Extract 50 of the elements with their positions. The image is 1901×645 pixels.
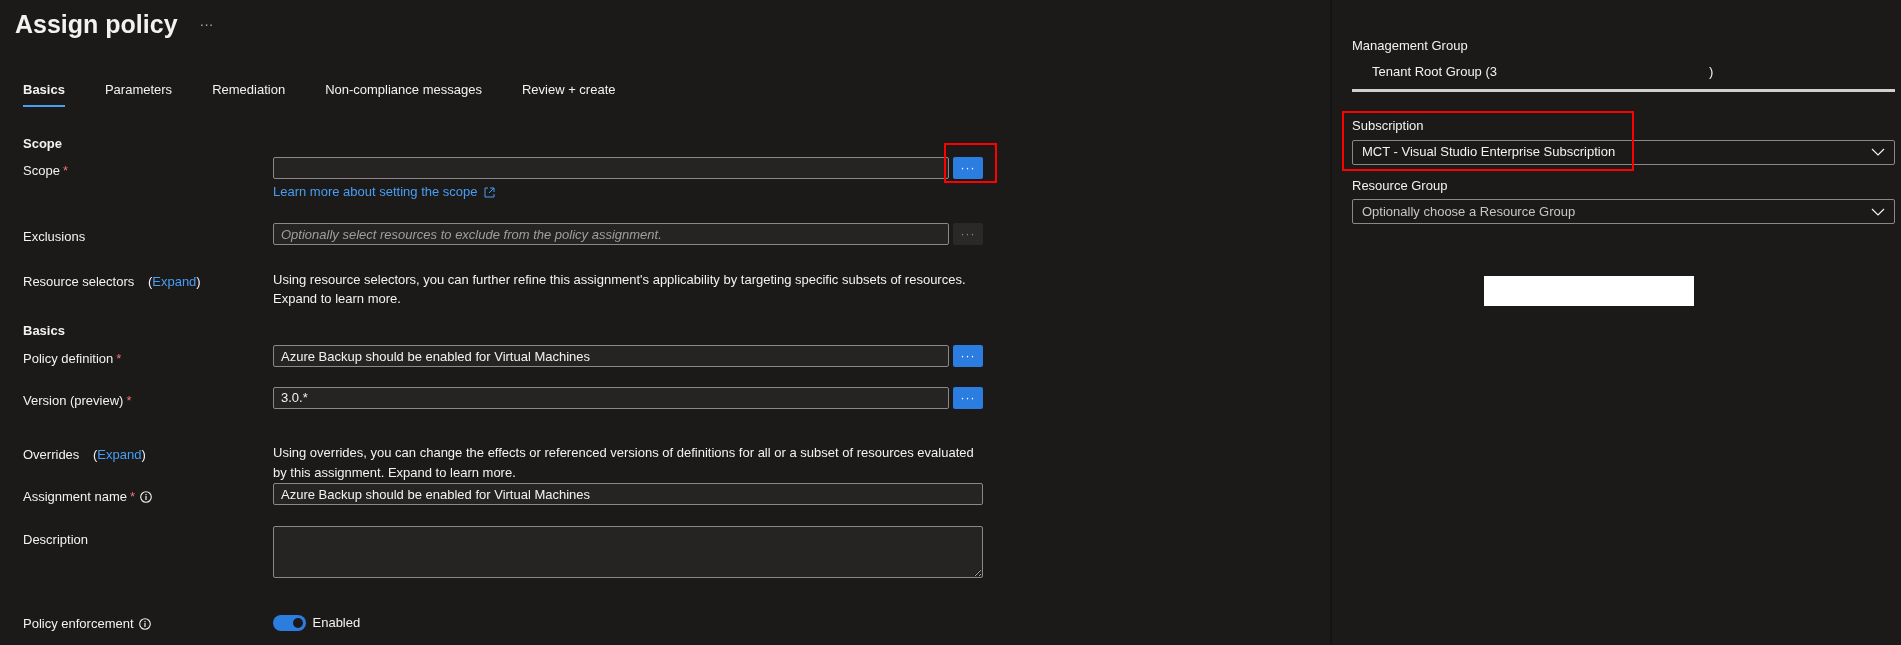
resource-group-dropdown[interactable]: Optionally choose a Resource Group bbox=[1352, 199, 1895, 224]
management-group-value: ) bbox=[1709, 62, 1714, 81]
field-label: Subscription bbox=[1352, 117, 1425, 135]
help-text: Using resource selectors, you can further refine this assignment's applicability by targeting specific subsets of resources. Expand to learn more. bbox=[273, 270, 967, 309]
toggle-state: Enabled bbox=[312, 613, 361, 632]
text-field[interactable] bbox=[273, 156, 949, 179]
help-text: Using overrides, you can change the effects or referenced versions of definitions for all or a subset of resources evaluated by this assignment. Expand to learn more. bbox=[273, 444, 975, 482]
required-asterisk: * bbox=[62, 162, 68, 178]
field-label: Management Group bbox=[1352, 37, 1469, 55]
tab[interactable]: Basics bbox=[23, 79, 65, 107]
expand-link[interactable]: (Expand) bbox=[93, 447, 146, 463]
description-field[interactable] bbox=[273, 525, 983, 578]
learn-more-link[interactable]: Learn more about setting the scope bbox=[273, 181, 495, 202]
tab[interactable]: Parameters bbox=[104, 79, 173, 107]
chevron-down-icon bbox=[1871, 148, 1885, 156]
management-group-value: Tenant Root Group (3 bbox=[1372, 62, 1498, 81]
browse-button[interactable]: ··· bbox=[953, 156, 983, 179]
required-asterisk: * bbox=[130, 489, 136, 505]
section-heading: Scope bbox=[23, 135, 62, 153]
field-label: Version (preview) bbox=[23, 392, 124, 408]
field-label: Policy definition bbox=[23, 351, 114, 367]
field-label: Scope bbox=[23, 162, 60, 178]
toggle-switch[interactable] bbox=[273, 614, 306, 631]
field-label: Resource Group bbox=[1352, 176, 1449, 195]
expand-link[interactable]: (Expand) bbox=[147, 273, 201, 289]
field-label: Assignment name bbox=[23, 489, 128, 505]
browse-button[interactable]: ··· bbox=[953, 345, 983, 368]
tab[interactable]: Non-compliance messages bbox=[325, 79, 482, 107]
page-title: Assign policy bbox=[15, 9, 178, 40]
info-icon[interactable] bbox=[138, 617, 151, 630]
text-field[interactable]: 3.0.* bbox=[273, 386, 949, 409]
field-label: Overrides bbox=[23, 447, 80, 463]
text-field[interactable]: Azure Backup should be enabled for Virtual Machines bbox=[273, 345, 949, 368]
tab[interactable]: Review + create bbox=[521, 79, 616, 107]
tab[interactable]: Remediation bbox=[212, 79, 286, 107]
info-icon[interactable] bbox=[140, 491, 153, 504]
external-link-icon bbox=[483, 186, 495, 198]
field-label: Policy enforcement bbox=[23, 615, 134, 631]
subscription-dropdown[interactable]: MCT - Visual Studio Enterprise Subscription bbox=[1352, 139, 1895, 165]
field-label: Resource selectors bbox=[23, 273, 135, 289]
field-label: Description bbox=[23, 531, 89, 547]
text-field[interactable]: Azure Backup should be enabled for Virtual Machines bbox=[273, 483, 983, 506]
text-field[interactable]: Optionally select resources to exclude from the policy assignment. bbox=[273, 223, 949, 246]
section-heading: Basics bbox=[23, 321, 65, 340]
field-label: Exclusions bbox=[23, 229, 86, 245]
browse-button[interactable]: ··· bbox=[953, 386, 983, 409]
chevron-down-icon bbox=[1871, 207, 1885, 216]
more-button[interactable]: ··· bbox=[199, 14, 214, 36]
required-asterisk: * bbox=[116, 351, 122, 367]
required-asterisk: * bbox=[126, 392, 132, 408]
